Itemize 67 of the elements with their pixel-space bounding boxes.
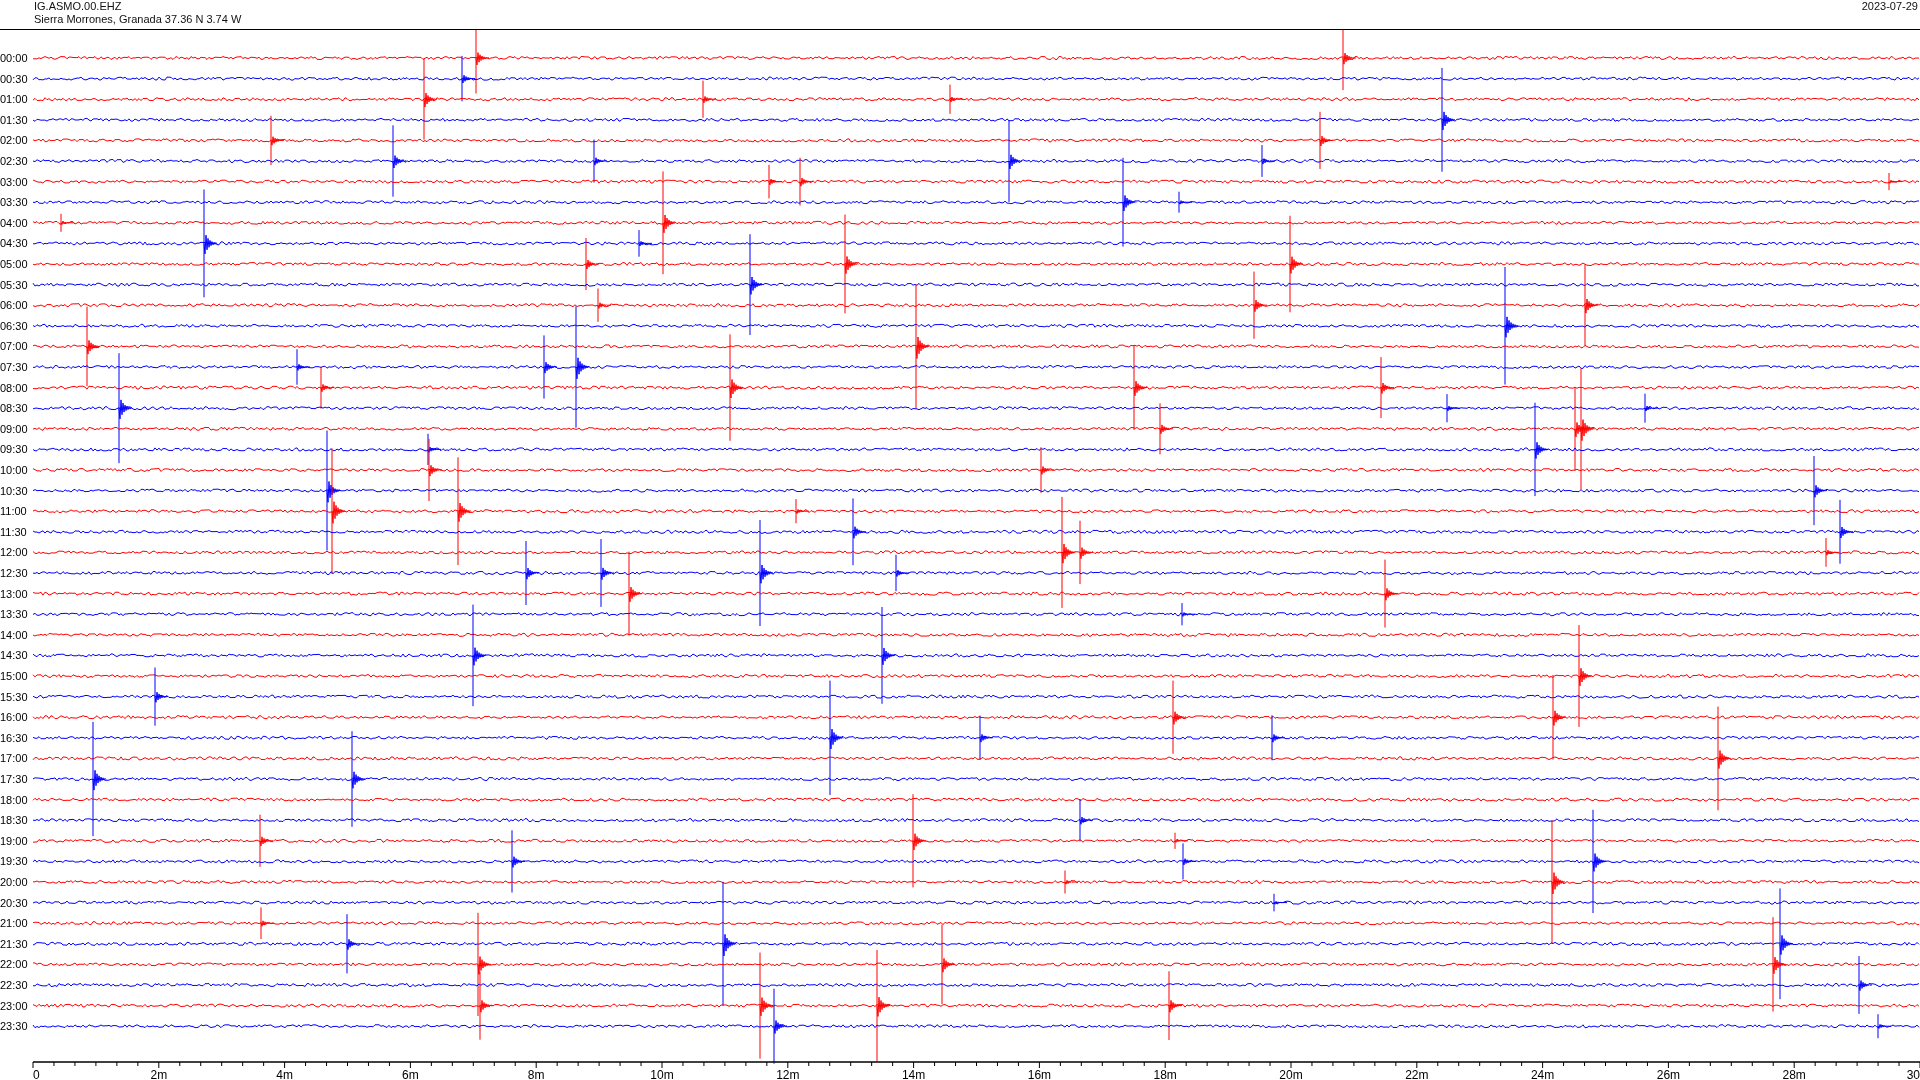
time-label: 03:00	[0, 175, 28, 188]
time-label: 08:30	[0, 402, 28, 415]
time-label: 14:00	[0, 628, 28, 641]
time-label: 20:00	[0, 876, 28, 888]
time-label: 18:00	[0, 793, 28, 806]
time-label: 18:30	[0, 814, 28, 827]
time-label: 12:30	[0, 567, 28, 579]
time-label: 23:00	[0, 999, 28, 1012]
date-label: 2023-07-29	[1861, 0, 1919, 13]
time-label: 10:00	[0, 464, 28, 476]
time-label: 04:30	[0, 237, 28, 250]
time-label: 13:30	[0, 608, 28, 621]
axis-tick-label: 14m	[901, 1068, 926, 1080]
time-label: 17:00	[0, 752, 28, 765]
time-label: 03:30	[0, 196, 28, 209]
axis-tick-label: 30	[1906, 1068, 1920, 1080]
time-label: 19:30	[0, 855, 28, 868]
time-label: 12:00	[0, 546, 28, 559]
time-label: 16:00	[0, 711, 28, 724]
axis-tick-label: 24m	[1530, 1068, 1555, 1080]
time-label: 05:30	[0, 278, 28, 291]
axis-tick-label: 6m	[402, 1068, 419, 1080]
time-label: 09:00	[0, 422, 28, 435]
station-location: Sierra Morrones, Granada 37.36 N 3.74 W	[34, 13, 242, 26]
time-label: 01:00	[0, 93, 28, 106]
axis-tick-label: 0	[33, 1068, 40, 1080]
axis-tick-label: 20m	[1279, 1068, 1303, 1080]
time-label: 06:00	[0, 299, 28, 312]
time-label: 15:30	[0, 690, 28, 703]
time-label: 15:00	[0, 670, 28, 682]
time-label: 16:30	[0, 731, 28, 744]
time-label: 05:00	[0, 258, 28, 270]
time-label: 13:00	[0, 587, 28, 600]
time-label: 00:00	[0, 52, 28, 64]
axis-tick-label: 16m	[1027, 1068, 1052, 1080]
time-label: 09:30	[0, 443, 28, 456]
axis-tick-label: 28m	[1782, 1068, 1806, 1080]
axis-tick-label: 22m	[1405, 1068, 1429, 1080]
time-label: 23:30	[0, 1020, 28, 1033]
time-label: 01:30	[0, 113, 28, 126]
time-label: 22:00	[0, 958, 28, 971]
time-label: 07:00	[0, 340, 28, 353]
time-label: 14:30	[0, 649, 28, 662]
time-label: 19:00	[0, 834, 28, 847]
time-label: 20:30	[0, 896, 28, 909]
time-label: 02:30	[0, 155, 28, 167]
axis-tick-label: 18m	[1153, 1068, 1177, 1080]
axis-tick-label: 10m	[650, 1068, 674, 1080]
time-label: 21:30	[0, 937, 28, 950]
axis-tick-label: 26m	[1656, 1068, 1681, 1080]
time-label: 07:30	[0, 361, 28, 373]
time-label: 08:00	[0, 381, 28, 394]
time-label: 22:30	[0, 979, 28, 991]
axis-tick-label: 8m	[527, 1068, 545, 1080]
time-label: 11:00	[0, 505, 27, 518]
station-code: IG.ASMO.00.EHZ	[34, 0, 123, 13]
time-label: 06:30	[0, 319, 28, 332]
time-label: 10:30	[0, 484, 28, 497]
time-label: 17:30	[0, 773, 28, 785]
axis-tick-label: 12m	[776, 1068, 800, 1080]
time-label: 04:00	[0, 216, 28, 229]
axis-tick-label: 4m	[276, 1068, 293, 1080]
time-label: 11:30	[0, 525, 27, 538]
axis-tick-label: 2m	[150, 1068, 168, 1080]
time-label: 02:00	[0, 134, 28, 147]
time-label: 00:30	[0, 72, 28, 85]
time-label: 21:00	[0, 917, 28, 930]
